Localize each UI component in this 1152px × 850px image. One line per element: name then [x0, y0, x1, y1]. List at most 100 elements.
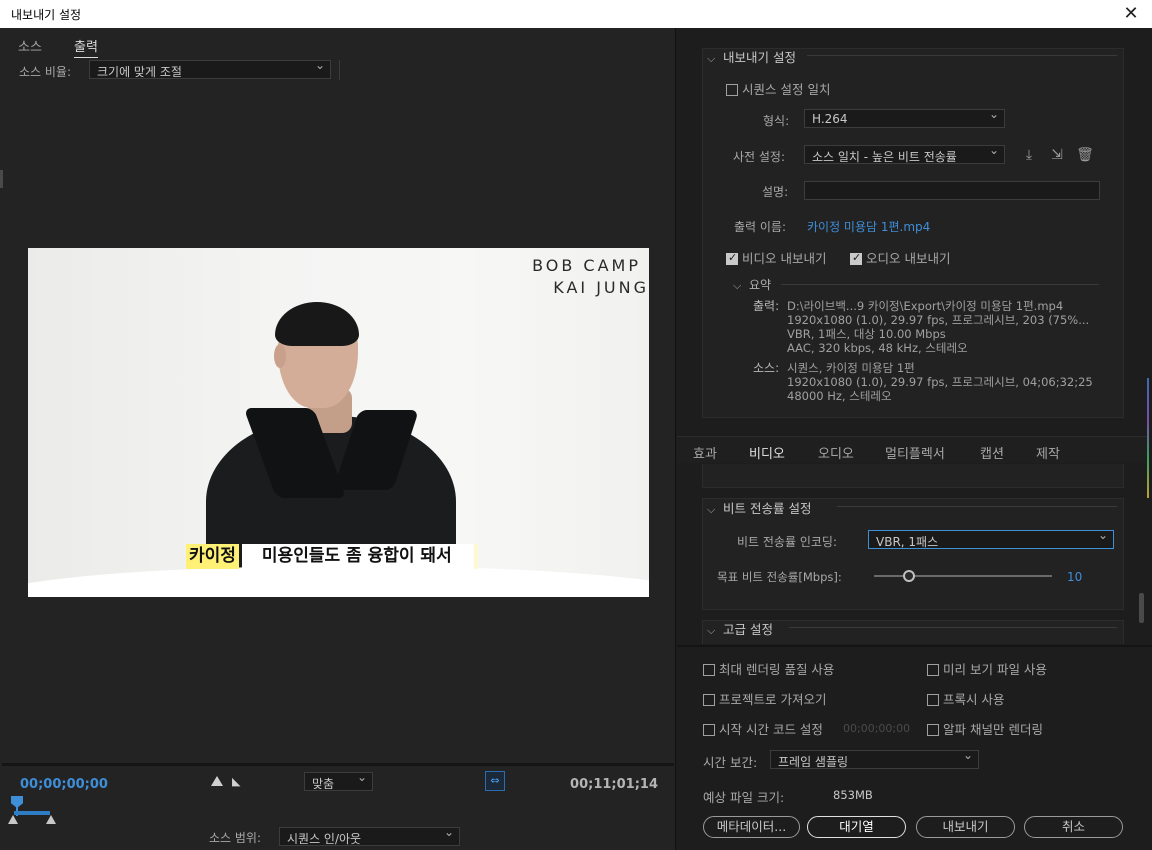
- tab-output[interactable]: 출력: [74, 36, 98, 58]
- export-settings-title: 내보내기 설정: [723, 50, 796, 65]
- mark-in-icon[interactable]: [211, 776, 223, 786]
- export-audio-label: 오디오 내보내기: [866, 251, 951, 266]
- output-name-link[interactable]: 카이정 미용담 1편.mp4: [807, 218, 930, 235]
- source-range-value: 시퀀스 인/아웃: [287, 832, 362, 846]
- estimated-size-value: 853MB: [833, 788, 873, 802]
- chevron-down-icon: ⌵: [707, 624, 716, 637]
- checkbox-icon: [703, 664, 715, 676]
- match-sequence-checkbox[interactable]: 시퀀스 설정 일치: [726, 79, 830, 98]
- work-range-bar[interactable]: [14, 811, 50, 815]
- time-interpolation-label: 시간 보간:: [703, 755, 758, 770]
- chevron-down-icon: ⌵: [707, 503, 716, 516]
- tab-multiplexer[interactable]: 멀티플렉서: [885, 443, 945, 462]
- mark-out-icon[interactable]: ◣: [232, 775, 244, 788]
- tab-effects[interactable]: 효과: [693, 443, 717, 462]
- timeline-divider: [2, 763, 674, 766]
- video-preview: BOB CAMP KAI JUNG 카이정 미용인들도 좀 융합이 돼서: [28, 248, 649, 597]
- bitrate-encoding-label: 비트 전송률 인코딩:: [737, 535, 837, 549]
- brand-text-line2: KAI JUNG: [553, 278, 649, 297]
- tab-video[interactable]: 비디오: [749, 443, 785, 465]
- tab-publish[interactable]: 제작: [1036, 443, 1060, 462]
- format-label: 형식:: [763, 114, 790, 128]
- window-title: 내보내기 설정: [11, 8, 82, 22]
- summary-source-line: 48000 Hz, 스테레오: [787, 389, 892, 403]
- settings-pane: ⌵ 내보내기 설정 시퀀스 설정 일치 형식: H.264 사전 설정: 소스 일…: [677, 28, 1152, 850]
- bitrate-header[interactable]: ⌵ 비트 전송률 설정: [707, 498, 811, 517]
- time-interpolation-value: 프레임 샘플링: [778, 755, 849, 769]
- fit-value: 맞춤: [312, 777, 335, 791]
- summary-output-line: AAC, 320 kbps, 48 kHz, 스테레오: [787, 341, 968, 355]
- checkbox-icon: [927, 694, 939, 706]
- video-subtitle: 카이정 미용인들도 좀 융합이 돼서: [186, 544, 478, 569]
- target-bitrate-value[interactable]: 10: [1067, 570, 1082, 584]
- window-edge-strip: [1147, 378, 1149, 498]
- export-video-checkbox[interactable]: 비디오 내보내기: [726, 248, 826, 267]
- max-render-quality-label: 최대 렌더링 품질 사용: [719, 662, 835, 677]
- comment-field[interactable]: [804, 181, 1100, 200]
- summary-title: 요약: [749, 278, 772, 292]
- source-range-label: 소스 범위:: [209, 831, 262, 845]
- tab-source[interactable]: 소스: [18, 36, 42, 55]
- use-previews-checkbox[interactable]: 미리 보기 파일 사용: [927, 659, 1047, 678]
- max-render-quality-checkbox[interactable]: 최대 렌더링 품질 사용: [703, 659, 834, 678]
- checkbox-icon: [703, 724, 715, 736]
- target-bitrate-slider-thumb[interactable]: [903, 570, 915, 582]
- render-alpha-only-label: 알파 채널만 렌더링: [943, 722, 1043, 737]
- fit-dropdown[interactable]: 맞춤: [304, 772, 373, 791]
- aspect-fit-icon[interactable]: ⇔: [485, 771, 505, 791]
- checkbox-checked-icon: [726, 251, 738, 265]
- settings-tabs: 효과 비디오 오디오 멀티플렉서 캡션 제작: [677, 436, 1147, 465]
- import-into-project-checkbox[interactable]: 프로젝트로 가져오기: [703, 689, 826, 708]
- target-bitrate-label: 목표 비트 전송률[Mbps]:: [717, 570, 842, 584]
- close-icon[interactable]: ✕: [1120, 3, 1142, 25]
- timecode-duration: 00;11;01;14: [570, 777, 658, 792]
- settings-scrollbar[interactable]: [1139, 593, 1144, 623]
- advanced-title: 고급 설정: [723, 622, 773, 637]
- divider: [807, 55, 1117, 56]
- summary-output-label: 출력:: [753, 299, 780, 313]
- range-start-handle[interactable]: [8, 815, 18, 824]
- cancel-button[interactable]: 취소: [1024, 816, 1123, 838]
- set-start-timecode-checkbox[interactable]: 시작 시간 코드 설정: [703, 719, 823, 738]
- preview-tabs: 소스 출력: [0, 28, 676, 58]
- time-interpolation-dropdown[interactable]: 프레임 샘플링: [770, 750, 979, 769]
- subtitle-speaker: 카이정: [186, 544, 239, 569]
- checkbox-icon: [927, 724, 939, 736]
- format-dropdown[interactable]: H.264: [804, 109, 1005, 128]
- person-ear: [274, 344, 286, 368]
- export-audio-checkbox[interactable]: 오디오 내보내기: [850, 248, 950, 267]
- chevron-down-icon: ⌵: [733, 279, 742, 292]
- render-alpha-only-checkbox[interactable]: 알파 채널만 렌더링: [927, 719, 1043, 738]
- checkbox-icon: [726, 84, 738, 96]
- preview-pane: 소스 출력 소스 비율: 크기에 맞게 조절 BOB CAMP KAI JUNG…: [0, 28, 676, 850]
- preset-label: 사전 설정:: [733, 150, 786, 164]
- divider: [781, 284, 1099, 285]
- use-proxies-checkbox[interactable]: 프록시 사용: [927, 689, 1004, 708]
- summary-source-label: 소스:: [753, 361, 780, 375]
- summary-header[interactable]: ⌵ 요약: [733, 276, 771, 293]
- save-preset-icon[interactable]: ⤓: [1020, 146, 1038, 164]
- source-ratio-dropdown[interactable]: 크기에 맞게 조절: [89, 60, 331, 79]
- match-sequence-label: 시퀀스 설정 일치: [742, 82, 831, 97]
- target-bitrate-slider-track[interactable]: [874, 575, 1052, 577]
- tab-captions[interactable]: 캡션: [980, 443, 1004, 462]
- chevron-down-icon: ⌵: [707, 52, 716, 65]
- bitrate-encoding-dropdown[interactable]: VBR, 1패스: [868, 530, 1114, 549]
- divider: [339, 60, 340, 80]
- export-settings-header[interactable]: ⌵ 내보내기 설정: [707, 47, 796, 66]
- import-into-project-label: 프로젝트로 가져오기: [719, 692, 827, 707]
- preset-dropdown[interactable]: 소스 일치 - 높은 비트 전송률: [804, 145, 1005, 164]
- timecode-current[interactable]: 00;00;00;00: [20, 777, 108, 792]
- panel-edge-handle[interactable]: [0, 170, 3, 188]
- start-timecode-value[interactable]: 00;00;00;00: [843, 722, 910, 735]
- range-end-handle[interactable]: [46, 815, 56, 824]
- tab-audio[interactable]: 오디오: [818, 443, 854, 462]
- source-range-dropdown[interactable]: 시퀀스 인/아웃: [279, 827, 460, 846]
- source-ratio-value: 크기에 맞게 조절: [97, 65, 182, 79]
- import-preset-icon[interactable]: ⇲: [1048, 146, 1066, 164]
- delete-preset-icon[interactable]: 🗑: [1076, 146, 1094, 164]
- metadata-button[interactable]: 메타데이터...: [703, 816, 800, 838]
- advanced-header[interactable]: ⌵ 고급 설정: [707, 619, 773, 638]
- export-button[interactable]: 내보내기: [916, 816, 1015, 838]
- queue-button[interactable]: 대기열: [807, 816, 906, 838]
